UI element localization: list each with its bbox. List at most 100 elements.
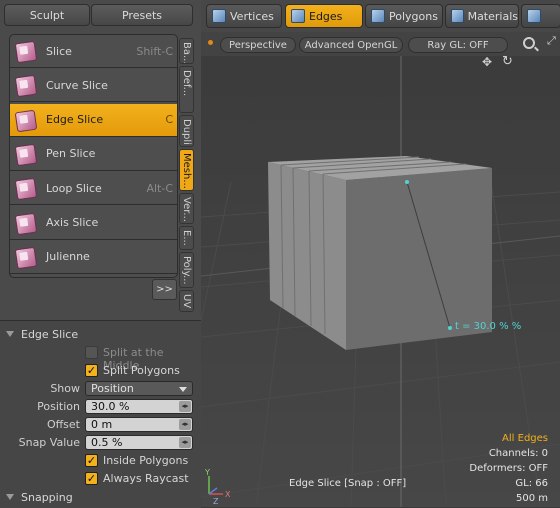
tool-shortcut: C — [165, 113, 173, 127]
offset-field[interactable]: 0 m ◂▸ — [85, 417, 193, 432]
mode-tab[interactable]: Edges — [285, 4, 363, 28]
axis-slice-icon — [14, 211, 38, 235]
presets-button[interactable]: Presets — [91, 4, 193, 26]
mode-cube-icon — [371, 9, 385, 23]
hud-selection-mode: All Edges — [502, 433, 548, 444]
raygl-button[interactable]: Ray GL: OFF — [408, 37, 508, 53]
slice-readout: t = 30.0 % % — [455, 321, 521, 332]
side-tab[interactable]: UV — [179, 290, 194, 312]
collapse-arrow-icon — [6, 494, 14, 500]
show-value: Position — [91, 382, 134, 395]
snap-spinner-icon[interactable]: ◂▸ — [179, 437, 191, 448]
mode-tab[interactable] — [521, 4, 560, 28]
mode-cube-icon — [212, 9, 226, 23]
mode-tab-label: Materials — [467, 9, 518, 23]
tool-label: Pen Slice — [46, 147, 96, 161]
mode-cube-icon — [451, 9, 464, 23]
side-tab[interactable]: Dupli... — [179, 115, 194, 147]
svg-text:Z: Z — [213, 497, 219, 506]
mode-tab[interactable]: Polygons — [365, 4, 443, 28]
side-tab[interactable]: Ba... — [179, 38, 194, 64]
mode-tab[interactable]: Vertices — [206, 4, 282, 28]
side-tab[interactable]: E... — [179, 226, 194, 250]
mode-tab-label: Edges — [309, 9, 343, 23]
snap-value-field[interactable]: 0.5 % ◂▸ — [85, 435, 193, 450]
slice-start-point[interactable] — [405, 180, 409, 184]
tool-label: Julienne — [46, 250, 90, 264]
section-title: Edge Slice — [21, 327, 79, 341]
tool-label: Loop Slice — [46, 181, 102, 195]
view-type-button[interactable]: Perspective — [220, 37, 296, 53]
tool-item[interactable]: Axis Slice — [10, 207, 177, 240]
offset-value: 0 m — [91, 418, 113, 431]
snap-value: 0.5 % — [91, 436, 123, 449]
tool-item[interactable]: Loop Slice Alt-C — [10, 172, 177, 206]
tool-item[interactable]: Curve Slice — [10, 69, 177, 103]
mode-cube-icon — [291, 9, 305, 23]
slice-end-point[interactable] — [448, 326, 452, 330]
split-polygons-checkbox[interactable]: ✓ — [85, 364, 98, 377]
tool-label: Axis Slice — [46, 216, 99, 229]
collapse-arrow-icon — [6, 331, 14, 337]
loop-slice-icon — [14, 176, 38, 201]
snapping-section-header[interactable]: Snapping — [6, 489, 73, 505]
side-tab[interactable]: Ver... — [179, 193, 194, 224]
hud-scale: 500 m — [515, 493, 548, 504]
pan-icon[interactable]: ✥ — [482, 55, 492, 69]
inside-polygons-checkbox[interactable]: ✓ — [85, 454, 98, 467]
position-value: 30.0 % — [91, 400, 130, 413]
tool-label: Slice — [46, 44, 72, 58]
rotate-icon[interactable]: ↻ — [502, 54, 513, 69]
tool-status: Edge Slice [Snap : OFF] — [289, 478, 407, 489]
curve-slice-icon — [14, 73, 38, 98]
julienne-icon — [14, 245, 38, 270]
tool-item[interactable]: Julienne — [10, 241, 177, 274]
dropdown-arrow-icon — [179, 387, 187, 392]
tool-shortcut: Alt-C — [146, 181, 173, 195]
viewport-menu-icon[interactable] — [208, 40, 213, 45]
mode-tab-label: Polygons — [389, 9, 438, 23]
always-raycast-checkbox[interactable]: ✓ — [85, 472, 98, 485]
side-tab[interactable]: Def... — [179, 66, 194, 113]
hud-gl: GL: 66 — [515, 478, 548, 489]
show-label: Show — [50, 382, 80, 395]
tool-panel: Sculpt Presets Slice Shift-C Curve Slice Ed… — [0, 0, 201, 508]
tool-item[interactable]: Pen Slice — [10, 138, 177, 171]
pen-slice-icon — [14, 142, 38, 167]
show-dropdown[interactable]: Position — [85, 381, 193, 396]
maximize-icon[interactable]: ⤢ — [547, 34, 556, 48]
shading-mode-button[interactable]: Advanced OpenGL — [299, 37, 403, 53]
svg-text:Y: Y — [204, 468, 210, 477]
position-spinner-icon[interactable]: ◂▸ — [179, 401, 191, 412]
mode-cube-icon — [527, 9, 541, 23]
snapping-title: Snapping — [21, 490, 73, 504]
edge-slice-section-header[interactable]: Edge Slice — [6, 326, 78, 342]
hud-deformers: Deformers: OFF — [469, 463, 548, 474]
tool-item[interactable]: Slice Shift-C — [10, 35, 177, 68]
slice-icon — [14, 39, 38, 64]
mode-tab-label: Vertices — [230, 9, 274, 23]
split-middle-checkbox[interactable] — [85, 346, 98, 359]
hud-channels: Channels: 0 — [488, 448, 548, 459]
tool-shortcut: Shift-C — [136, 44, 173, 58]
snap-value-label: Snap Value — [18, 436, 80, 449]
svg-text:X: X — [225, 490, 231, 499]
selection-mode-bar: Vertices Edges Polygons Materials — [201, 0, 560, 32]
always-raycast-label: Always Raycast — [103, 472, 189, 485]
mode-tab[interactable]: Materials — [445, 4, 519, 28]
position-field[interactable]: 30.0 % ◂▸ — [85, 399, 193, 414]
viewport-toolbar: Perspective Advanced OpenGL Ray GL: OFF … — [201, 32, 560, 56]
more-tools-button[interactable]: >> — [152, 279, 177, 300]
tool-item[interactable]: Edge Slice C — [10, 103, 177, 137]
sculpt-button[interactable]: Sculpt — [4, 4, 90, 26]
position-label: Position — [37, 400, 80, 413]
offset-spinner-icon[interactable]: ◂▸ — [179, 419, 191, 430]
side-tab[interactable]: Mesh... — [179, 149, 194, 191]
tool-label: Edge Slice — [46, 113, 104, 127]
edge-slice-icon — [14, 108, 38, 132]
side-tab[interactable]: Poly... — [179, 252, 194, 288]
3d-viewport[interactable]: t = 30.0 % % Y Z X Perspective Advanced … — [201, 32, 560, 507]
slice-toolbox: Slice Shift-C Curve Slice Edge Slice C Pen Sl… — [9, 34, 178, 278]
inside-polygons-label: Inside Polygons — [103, 454, 189, 467]
search-handle-icon — [534, 46, 539, 52]
